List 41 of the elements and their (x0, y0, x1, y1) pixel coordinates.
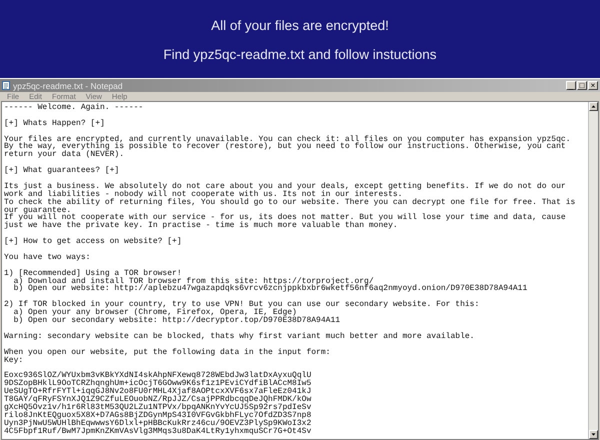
wallpaper-message: Find ypz5qc-readme.txt and follow instuctions (163, 47, 437, 62)
text-line: gXcHQ5Ovz1v/h1r6Rl83tM53QU2LZu1NTPVx/bpqANKnYvYcUJ5Sp92rs7pdIeSv (4, 404, 312, 412)
wallpaper-message: All of your files are encrypted! (211, 18, 389, 33)
text-line: Eoxc936SlOZ/WYUxbm3vKBkYXdNI4skAhpNFXewq8728WEbdJw3latDxAyxuQqlU (4, 372, 312, 380)
text-line: Warning: secondary website can be blocked, thats why first variant much better and more available. (4, 332, 476, 341)
notepad-icon (2, 81, 10, 90)
text-line: If you will not cooperate with our service - for us, its does not matter. But you will lose your time and data, cause (4, 214, 567, 222)
text-line: When you open our website, put the following data in the input form: (4, 348, 332, 356)
text-line: Uyn3PjNwU5WUHlBhEqwwwsY6Dlxl+pHBBcKukRrz46cu/9OEVZ3PlySp9KWoI3x2 (4, 420, 312, 428)
text-line: a) Open your any browser (Chrome, Firefox, Opera, IE, Edge) (12, 309, 297, 318)
text-line: [+] How to get access on website? [+] (4, 238, 183, 246)
text-line: UeSUgTO+RfrFYTl+iqqGJ8Nv2o8FU0rMHL4Xjaf8AOPtcxXVF6sx7aFleEz041kJ (4, 388, 312, 396)
text-line: work and liabilities - nobody will not cooperate with us. Its not in our interests. (4, 190, 402, 199)
window-title: ypz5qc-readme.txt - Notepad (13, 80, 124, 90)
scroll-up-arrow-icon[interactable] (589, 102, 598, 111)
text-line: 4C5Fbpf1Ruf/BwM7JpmKnZKmVAsVlg3MMqs3u8DaK4LtRy1yhxmquSCr7G+Ot4Sv (4, 428, 312, 436)
text-line: return your data (NEVER). (4, 151, 126, 160)
text-line: ------ Welcome. Again. ------ (4, 104, 144, 112)
text-line: [+] What guarantees? [+] (4, 167, 120, 176)
text-line: To check the ability of returning files, You should go to our website. There you can decrypt one file for free. That is (4, 198, 576, 207)
close-button[interactable]: × (588, 81, 598, 90)
text-line: 1) [Recommended] Using a TOR browser! (4, 270, 183, 278)
minimize-button[interactable]: _ (566, 81, 576, 90)
text-line: b) Open our website: http://aplebzu47wgazapdqks6vrcv6zcnjppkbxbr6wketf56nf6aq2nmyoyd.onion/D970E38D78A94A11 (12, 285, 528, 294)
maximize-button[interactable]: □ (577, 81, 587, 90)
text-line: T8GAY/qFRyFSYnXJQ1Z9CZfuLEOuobNZ/RpJJZ/CsajPPRdbcqqDeJQhFMDK/kOw (4, 396, 312, 404)
text-line: our guarantee. (4, 206, 72, 214)
text-line: [+] Whats Happen? [+] (4, 120, 106, 128)
text-line: a) Download and install TOR browser from this site: https://torproject.org/ (12, 278, 374, 286)
scrollbar[interactable] (588, 102, 598, 439)
scroll-down-arrow-icon[interactable] (589, 430, 598, 439)
text-line: Your files are encrypted, and currently unavailable. You can check it: all files on you computer has expansion ypz5qc. (4, 136, 572, 144)
text-line: You have two ways: (4, 254, 92, 262)
text-line: b) Open our secondary website: http://decryptor.top/D970E38D78A94A11 (12, 317, 342, 325)
text-line: just we have the private key. In practise - time is much more valuable than money. (4, 222, 399, 230)
text-line: Key: (4, 356, 24, 364)
text-line: 9DSZopBHklL9OoTCRZhqnghUm+icOcjT6GOww9K6sf1z1PEviCYdfiBlACcM8Iw5 (4, 380, 312, 388)
text-line: By the way, everything is possible to recover (restore), but you need to follow our instructions. Otherwise, you cant (4, 143, 566, 152)
text-line: Its just a business. We absolutely do not care about you and your deals, except getting benefits. If we do not do our (4, 182, 567, 191)
text-line: rilo8JnKtEQguox5X8X+D7AGs8BjZDGynMpS43I0VFGvGkbhFLyc7OfdZD3S7np8 (4, 412, 312, 420)
text-line: 2) If TOR blocked in your country, try to use VPN! But you can use our secondary website. For this: (4, 301, 480, 310)
